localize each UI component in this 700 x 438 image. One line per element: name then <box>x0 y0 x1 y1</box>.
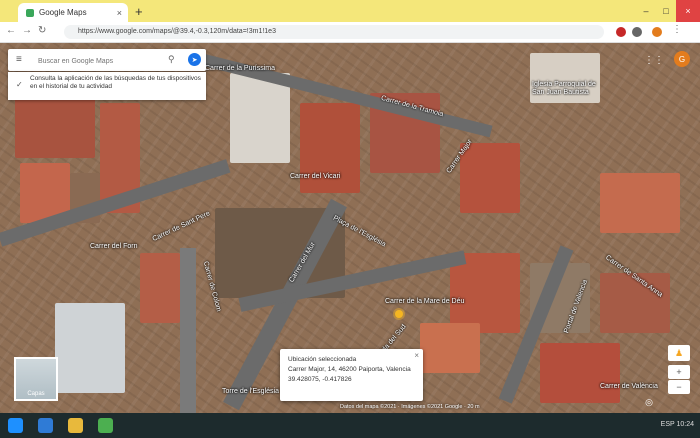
place-address: Carrer Major, 14, 46200 Paiporta, Valenc… <box>288 366 411 373</box>
browser-menu-icon[interactable]: ⋮ <box>672 24 682 35</box>
search-box: ≡ ⚲ ➤ <box>8 49 206 71</box>
map-label[interactable]: Carrer de la Puríssima <box>205 65 275 72</box>
map-label[interactable]: Torre de l'Església <box>222 388 279 395</box>
place-info-card[interactable]: × Ubicación seleccionada Carrer Major, 1… <box>280 349 423 401</box>
tab-title: Google Maps <box>39 8 87 17</box>
browser-tab-strip: Google Maps × + – □ × <box>0 0 700 22</box>
window-close-button[interactable]: × <box>676 0 700 22</box>
window-controls: – □ × <box>636 0 700 22</box>
map-attribution: Datos del mapa ©2021 · Imágenes ©2021 Go… <box>340 404 480 410</box>
compass-icon[interactable]: ◎ <box>634 395 664 409</box>
browser-tab[interactable]: Google Maps × <box>18 3 128 22</box>
maps-favicon-icon <box>26 8 34 17</box>
layers-button[interactable]: Capas <box>14 357 58 401</box>
directions-icon[interactable]: ➤ <box>188 53 201 66</box>
map-label[interactable]: Carrer del Forn <box>90 243 137 250</box>
map-label[interactable]: Carrer de València <box>600 383 658 390</box>
forward-arrow-icon[interactable]: → <box>22 25 32 36</box>
tab-close-icon[interactable]: × <box>117 8 122 18</box>
back-arrow-icon[interactable]: ← <box>6 25 16 36</box>
zoom-in-button[interactable]: + <box>668 365 690 379</box>
address-bar[interactable]: https://www.google.com/maps/@39.4,-0.3,1… <box>64 25 604 39</box>
system-clock[interactable]: ESP 10:24 <box>661 421 694 428</box>
layers-label: Capas <box>27 391 45 397</box>
rooftop <box>15 98 95 158</box>
rooftop <box>460 143 520 213</box>
map-label[interactable]: Carrer del Vicari <box>290 173 340 180</box>
rooftop <box>230 73 290 163</box>
close-icon[interactable]: × <box>414 351 419 361</box>
folder-icon[interactable] <box>68 418 83 433</box>
street <box>180 248 196 413</box>
apps-grid-icon[interactable]: ⋮⋮ <box>644 55 664 66</box>
chrome-icon[interactable] <box>98 418 113 433</box>
map-label[interactable]: Carrer de la Mare de Déu <box>385 298 464 305</box>
place-title: Ubicación seleccionada <box>288 356 357 363</box>
location-pin-icon[interactable] <box>395 310 403 318</box>
activity-suggestion[interactable]: ✓ Consulta la aplicación de las búsqueda… <box>8 72 206 100</box>
search-icon[interactable]: ⚲ <box>168 54 175 65</box>
new-tab-button[interactable]: + <box>135 4 143 19</box>
rooftop <box>140 253 180 323</box>
pegman-icon[interactable]: ♟ <box>668 345 690 361</box>
windows-taskbar: ESP 10:24 <box>0 413 700 438</box>
menu-icon[interactable]: ≡ <box>16 54 22 65</box>
rooftop <box>540 343 620 403</box>
browser-toolbar: ← → ↻ https://www.google.com/maps/@39.4,… <box>0 22 700 43</box>
account-avatar[interactable]: G <box>674 51 690 67</box>
rooftop <box>600 173 680 233</box>
extension-icon[interactable] <box>616 27 626 37</box>
reload-icon[interactable]: ↻ <box>38 25 46 36</box>
rooftop <box>420 323 480 373</box>
search-input[interactable] <box>36 52 165 70</box>
profile-icon[interactable] <box>652 27 662 37</box>
minimize-button[interactable]: – <box>636 0 656 22</box>
zoom-out-button[interactable]: − <box>668 380 690 394</box>
map-label[interactable]: Carrer de Sant Pere <box>151 210 211 243</box>
extension-icon[interactable] <box>632 27 642 37</box>
place-coordinates[interactable]: 39.428075, -0.417826 <box>288 375 415 385</box>
rooftop <box>55 303 125 393</box>
suggestion-text: Consulta la aplicación de las búsquedas … <box>30 75 201 90</box>
check-icon: ✓ <box>16 80 23 89</box>
maximize-button[interactable]: □ <box>656 0 676 22</box>
map-label[interactable]: Iglesia Parroquial de San Juan Bautista <box>532 81 610 97</box>
ie-icon[interactable] <box>38 418 53 433</box>
start-icon[interactable] <box>8 418 23 433</box>
